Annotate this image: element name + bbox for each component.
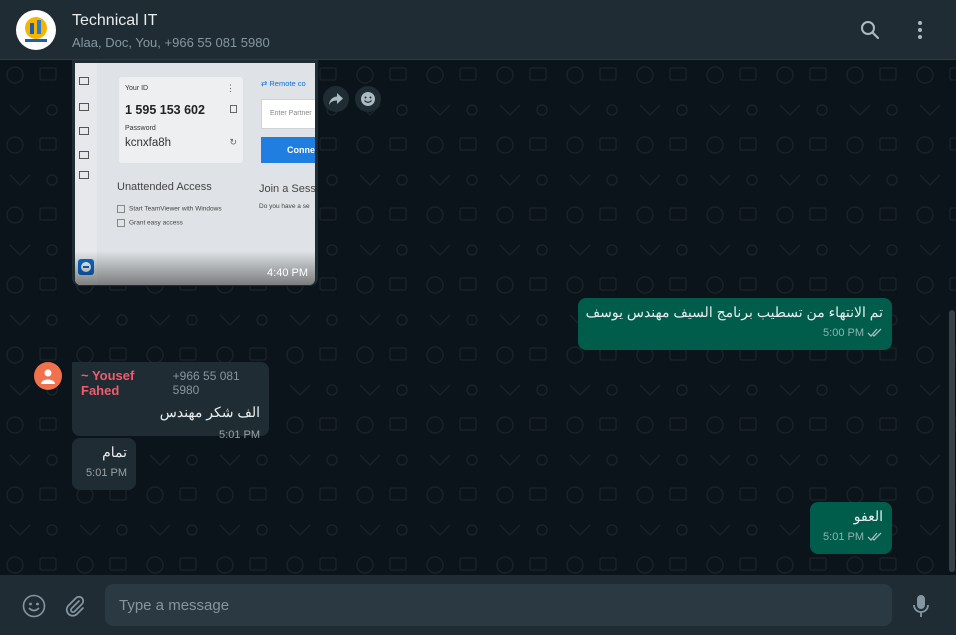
start-with-windows-option: Start TeamViewer with Windows <box>117 205 222 213</box>
message-text: تمام <box>102 444 127 460</box>
chat-scrollbar[interactable] <box>949 310 955 572</box>
chat-participants[interactable]: Alaa, Doc, You, +966 55 081 5980 <box>72 35 270 50</box>
message-time: 5:00 PM <box>823 327 864 339</box>
search-icon <box>861 21 880 40</box>
outgoing-message[interactable]: العفو 5:01 PM <box>810 502 892 554</box>
message-time: 5:01 PM <box>823 531 864 543</box>
message-text: الف شكر مهندس <box>159 404 260 420</box>
double-check-icon <box>867 328 882 337</box>
group-avatar[interactable] <box>16 10 56 50</box>
password-value: kcnxfa8h <box>125 137 172 149</box>
kebab-menu-icon <box>918 21 922 39</box>
double-check-icon <box>867 532 882 541</box>
message-meta: 5:01 PM <box>819 531 883 543</box>
message-time: 5:01 PM <box>86 467 127 479</box>
partner-id-field: Enter Partner <box>261 99 315 129</box>
sender-row: ~ Yousef Fahed +966 55 081 5980 <box>81 368 260 398</box>
outgoing-message[interactable]: تم الانتهاء من تسطيب برنامج السيف مهندس … <box>578 298 892 350</box>
menu-button[interactable] <box>908 18 932 42</box>
attach-button[interactable] <box>62 593 88 619</box>
connect-button: Conne <box>261 137 315 163</box>
message-time: 5:01 PM <box>219 429 260 441</box>
emoji-icon <box>361 92 375 106</box>
grant-easy-access-option: Grant easy access <box>117 219 183 227</box>
forward-button[interactable] <box>323 86 349 112</box>
forward-icon <box>329 93 343 105</box>
message-text: العفو <box>853 508 883 524</box>
id-panel: Your ID 1 595 153 602 Password kcnxfa8h … <box>119 77 243 163</box>
message-text: تم الانتهاء من تسطيب برنامج السيف مهندس … <box>585 304 883 320</box>
incoming-message[interactable]: تمام 5:01 PM <box>72 438 136 490</box>
react-button[interactable] <box>355 86 381 112</box>
message-input[interactable] <box>105 584 892 626</box>
microphone-icon <box>913 595 929 617</box>
unattended-access-title: Unattended Access <box>117 181 212 193</box>
message-meta: 5:00 PM <box>587 327 883 339</box>
message-meta: 5:01 PM <box>81 467 127 479</box>
group-logo-icon <box>25 17 47 42</box>
user-icon <box>41 369 55 384</box>
your-id-label: Your ID <box>125 85 149 92</box>
image-message[interactable]: Your ID 1 595 153 602 Password kcnxfa8h … <box>72 60 318 286</box>
copy-icon <box>230 105 237 113</box>
remote-control-label: ⇄ Remote co <box>261 79 306 88</box>
composer-bar <box>0 575 956 635</box>
search-button[interactable] <box>858 18 882 42</box>
chat-title[interactable]: Technical IT <box>72 12 157 30</box>
conversation-panel[interactable]: Your ID 1 595 153 602 Password kcnxfa8h … <box>0 60 956 575</box>
paperclip-icon <box>65 595 85 617</box>
emoji-icon <box>22 594 46 618</box>
more-icon: ⋮ <box>226 83 235 93</box>
sender-avatar[interactable] <box>34 362 62 390</box>
your-id-value: 1 595 153 602 <box>125 103 205 117</box>
incoming-message[interactable]: ~ Yousef Fahed +966 55 081 5980 الف شكر … <box>72 362 269 441</box>
message-time: 4:40 PM <box>267 267 308 279</box>
voice-message-button[interactable] <box>908 593 934 619</box>
join-session-title: Join a Sess <box>259 183 315 195</box>
chat-header: Technical IT Alaa, Doc, You, +966 55 081… <box>0 0 956 60</box>
join-session-subtitle: Do you have a se <box>259 203 310 210</box>
refresh-icon: ↻ <box>229 137 237 147</box>
sender-name[interactable]: ~ Yousef Fahed <box>81 368 167 398</box>
sender-phone: +966 55 081 5980 <box>172 369 240 397</box>
emoji-button[interactable] <box>21 593 47 619</box>
password-label: Password <box>125 125 156 132</box>
teamviewer-screenshot[interactable]: Your ID 1 595 153 602 Password kcnxfa8h … <box>75 63 315 285</box>
